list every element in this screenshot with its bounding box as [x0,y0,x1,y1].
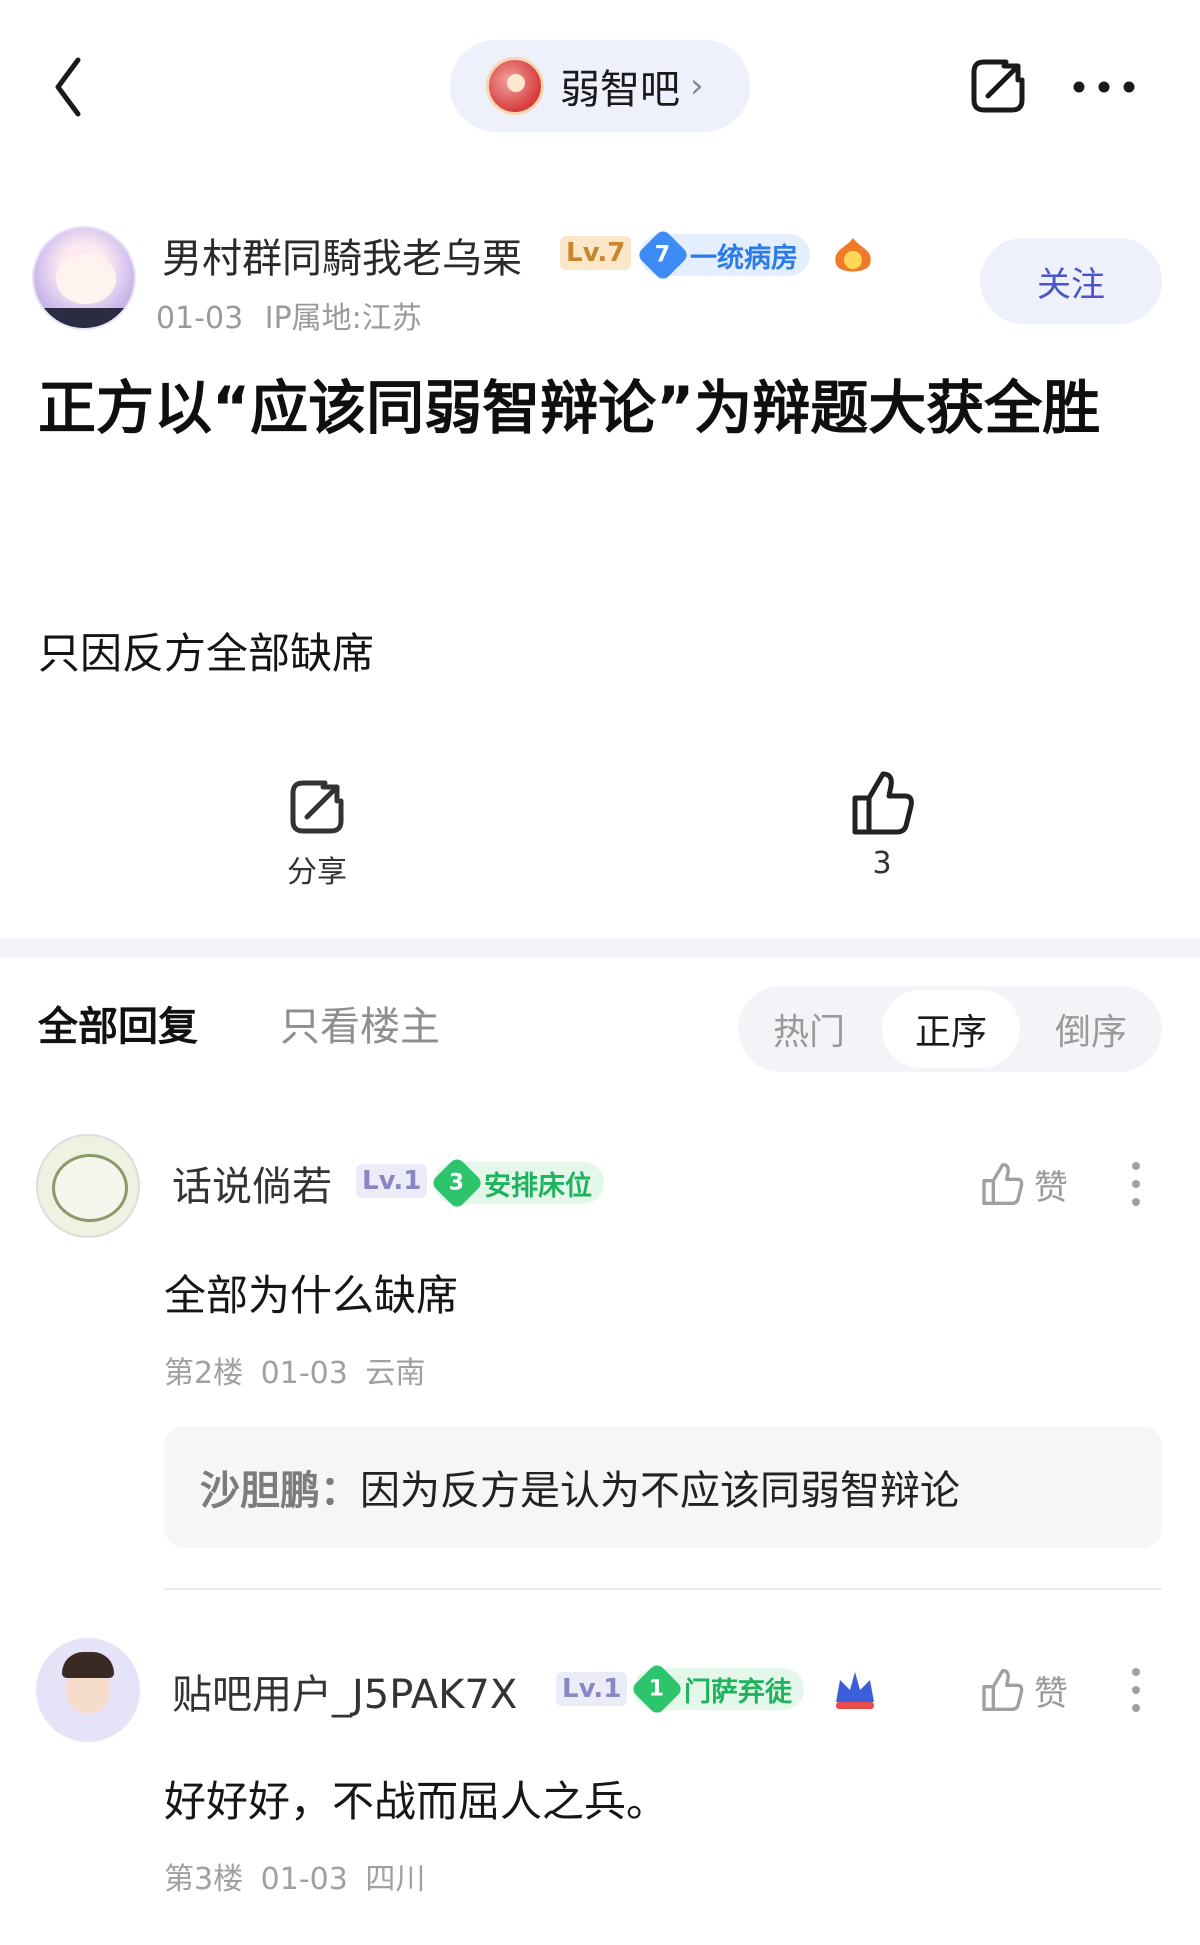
comment-like-button[interactable]: 赞 [980,1154,1090,1214]
post-meta: 01-03 IP属地:江苏 [156,293,422,337]
comment-floor: 第2楼 [164,1356,244,1391]
like-count: 3 [872,846,892,881]
more-vertical-icon [1132,1668,1140,1712]
comment-like-button[interactable]: 赞 [980,1660,1090,1720]
flame-badge-icon [830,236,876,276]
sort-selector: 热门 正序 倒序 [738,986,1162,1072]
comment-like-label: 赞 [1034,1673,1068,1714]
bottom-fade [0,1905,1200,1945]
author-name[interactable]: 男村群同騎我老乌栗 [162,226,522,284]
post-like-button[interactable]: 3 [830,768,934,881]
post-title: 正方以“应该同弱智辩论”为辩题大获全胜 [38,374,1101,442]
comment-title-badge: 3 安排床位 [430,1156,604,1210]
post-body: 只因反方全部缺席 [38,629,375,678]
comment-title-badge: 1 门萨弃徒 [630,1662,804,1716]
thumb-up-icon [982,1669,1024,1712]
sub-reply[interactable]: 沙胆鹏： 因为反方是认为不应该同弱智辩论 [164,1426,1162,1548]
more-icon [1073,81,1135,93]
comment-text: 好好好，不战而屈人之兵。 [164,1777,669,1826]
more-options-button[interactable] [1072,80,1136,94]
comment-text: 全部为什么缺席 [164,1271,459,1320]
chevron-right-icon: › [690,66,704,106]
thumb-up-icon [982,1163,1024,1206]
post-share-button[interactable]: 分享 [262,775,372,891]
share-icon [290,780,344,834]
forum-logo-icon [486,57,544,115]
comment-location: 四川 [365,1862,426,1897]
post-date: 01-03 [156,301,244,336]
comment-more-button[interactable] [1130,1160,1142,1208]
thumb-up-icon [852,771,914,835]
follow-button[interactable]: 关注 [980,238,1162,324]
comment-meta: 第2楼 01-03 云南 [164,1348,425,1392]
comment-floor: 第3楼 [164,1862,244,1897]
forum-name: 弱智吧 [560,67,680,113]
sub-reply-text: 因为反方是认为不应该同弱智辩论 [360,1468,960,1514]
tab-op-only[interactable]: 只看楼主 [280,994,440,1052]
sub-reply-author[interactable]: 沙胆鹏： [200,1458,360,1516]
more-vertical-icon [1132,1162,1140,1206]
share-label: 分享 [287,855,347,890]
comment-avatar[interactable] [36,1134,140,1238]
comment-avatar[interactable] [36,1638,140,1742]
chevron-left-icon [55,57,81,117]
comment-more-button[interactable] [1130,1666,1142,1714]
crown-badge-icon [832,1668,878,1712]
comment-divider [164,1588,1162,1590]
author-avatar[interactable] [32,226,136,330]
comment-author-name[interactable]: 话说倘若 [172,1154,332,1212]
comment-level-badge: Lv.1 [356,1164,428,1198]
share-icon [971,59,1025,113]
comment-like-label: 赞 [1034,1167,1068,1208]
share-button[interactable] [966,54,1030,118]
forum-link[interactable]: 弱智吧 › [450,40,750,132]
comment-date: 01-03 [260,1862,348,1897]
tab-all-replies[interactable]: 全部回复 [38,994,198,1052]
sort-ascending[interactable]: 正序 [882,990,1020,1068]
section-divider [0,938,1200,958]
author-level-badge: Lv.7 [560,236,632,270]
comment-level-badge: Lv.1 [556,1672,628,1706]
comment-location: 云南 [365,1356,426,1391]
author-title-badge: 7 一统病房 [636,228,810,282]
comment-meta: 第3楼 01-03 四川 [164,1854,425,1898]
sort-hot[interactable]: 热门 [738,986,880,1072]
sort-descending[interactable]: 倒序 [1020,986,1162,1072]
comment-author-name[interactable]: 贴吧用户_J5PAK7X [172,1662,517,1720]
post-ip: IP属地:江苏 [264,301,422,336]
comment-date: 01-03 [260,1356,348,1391]
back-button[interactable] [44,52,94,122]
